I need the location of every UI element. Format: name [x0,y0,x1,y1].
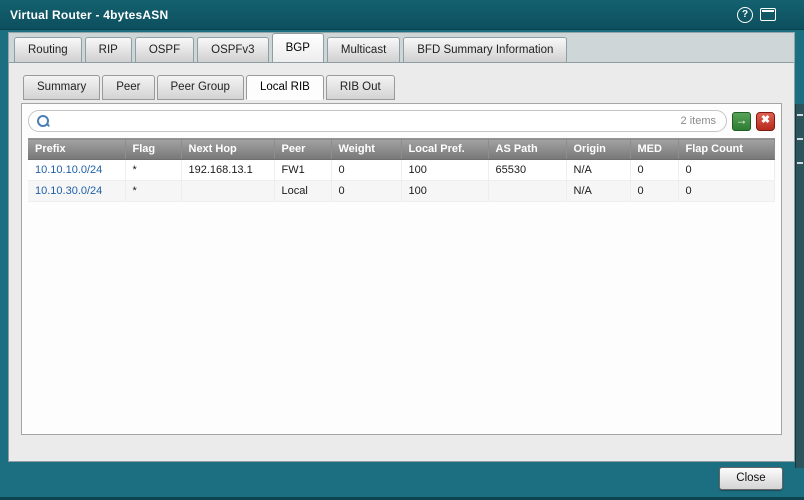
subtab-local-rib[interactable]: Local RIB [246,75,324,100]
clear-filter-button[interactable]: ✖ [756,112,775,131]
background-scrollbar[interactable] [795,104,804,468]
subtab-rib-out[interactable]: RIB Out [326,75,395,100]
subtab-summary[interactable]: Summary [23,75,100,100]
table-row: 10.10.30.0/24*Local0100N/A00 [28,181,775,202]
cell-med: 0 [630,160,678,181]
cell-flag: * [125,181,181,202]
cell-origin: N/A [566,181,630,202]
cell-weight: 0 [331,181,401,202]
cell-local-pref: 100 [401,181,488,202]
local-rib-table: PrefixFlagNext HopPeerWeightLocal Pref.A… [28,138,775,202]
column-header-local-pref[interactable]: Local Pref. [401,139,488,160]
cell-local-pref: 100 [401,160,488,181]
search-bar: 2 items [28,110,727,132]
cell-next-hop: 192.168.13.1 [181,160,274,181]
table-body: 10.10.10.0/24*192.168.13.1FW1010065530N/… [28,160,775,202]
virtual-router-dialog: RoutingRIPOSPFOSPFv3BGPMulticastBFD Summ… [8,32,795,462]
table-header-row: PrefixFlagNext HopPeerWeightLocal Pref.A… [28,139,775,160]
table-toolbar: 2 items → ✖ [28,110,775,132]
tab-ospfv3[interactable]: OSPFv3 [197,37,268,62]
tab-bgp[interactable]: BGP [272,33,324,62]
dialog-titlebar: Virtual Router - 4bytesASN ? [0,0,804,30]
column-header-weight[interactable]: Weight [331,139,401,160]
table-row: 10.10.10.0/24*192.168.13.1FW1010065530N/… [28,160,775,181]
tab-bfd-summary-information[interactable]: BFD Summary Information [403,37,567,62]
column-header-flag[interactable]: Flag [125,139,181,160]
cell-flag: * [125,160,181,181]
subtab-peer-group[interactable]: Peer Group [157,75,244,100]
column-header-prefix[interactable]: Prefix [28,139,125,160]
cell-origin: N/A [566,160,630,181]
cell-flap-count: 0 [678,181,775,202]
column-header-next-hop[interactable]: Next Hop [181,139,274,160]
cell-peer: FW1 [274,160,331,181]
subtab-peer[interactable]: Peer [102,75,154,100]
titlebar-icons: ? [737,7,794,23]
column-header-as-path[interactable]: AS Path [488,139,566,160]
items-count: 2 items [681,115,716,127]
column-header-med[interactable]: MED [630,139,678,160]
tab-routing[interactable]: Routing [14,37,82,62]
cell-prefix[interactable]: 10.10.10.0/24 [28,160,125,181]
tab-multicast[interactable]: Multicast [327,37,400,62]
help-icon[interactable]: ? [737,7,753,23]
dialog-title: Virtual Router - 4bytesASN [10,8,168,22]
sub-tabs: SummaryPeerPeer GroupLocal RIBRIB Out [23,75,397,100]
cell-as-path [488,181,566,202]
cell-med: 0 [630,181,678,202]
window-icon[interactable] [760,8,776,21]
search-icon [37,115,49,127]
cell-next-hop [181,181,274,202]
cell-peer: Local [274,181,331,202]
tab-ospf[interactable]: OSPF [135,37,194,62]
close-button[interactable]: Close [719,467,783,490]
column-header-flap-count[interactable]: Flap Count [678,139,775,160]
local-rib-panel: 2 items → ✖ PrefixFlagNext HopPeerWeight… [21,103,782,435]
cell-prefix[interactable]: 10.10.30.0/24 [28,181,125,202]
apply-filter-button[interactable]: → [732,112,751,131]
column-header-peer[interactable]: Peer [274,139,331,160]
column-header-origin[interactable]: Origin [566,139,630,160]
cell-weight: 0 [331,160,401,181]
cell-as-path: 65530 [488,160,566,181]
tab-rip[interactable]: RIP [85,37,132,62]
search-input[interactable] [55,114,675,128]
cell-flap-count: 0 [678,160,775,181]
bgp-panel: SummaryPeerPeer GroupLocal RIBRIB Out 2 … [8,62,795,462]
main-tabs: RoutingRIPOSPFOSPFv3BGPMulticastBFD Summ… [8,32,795,62]
